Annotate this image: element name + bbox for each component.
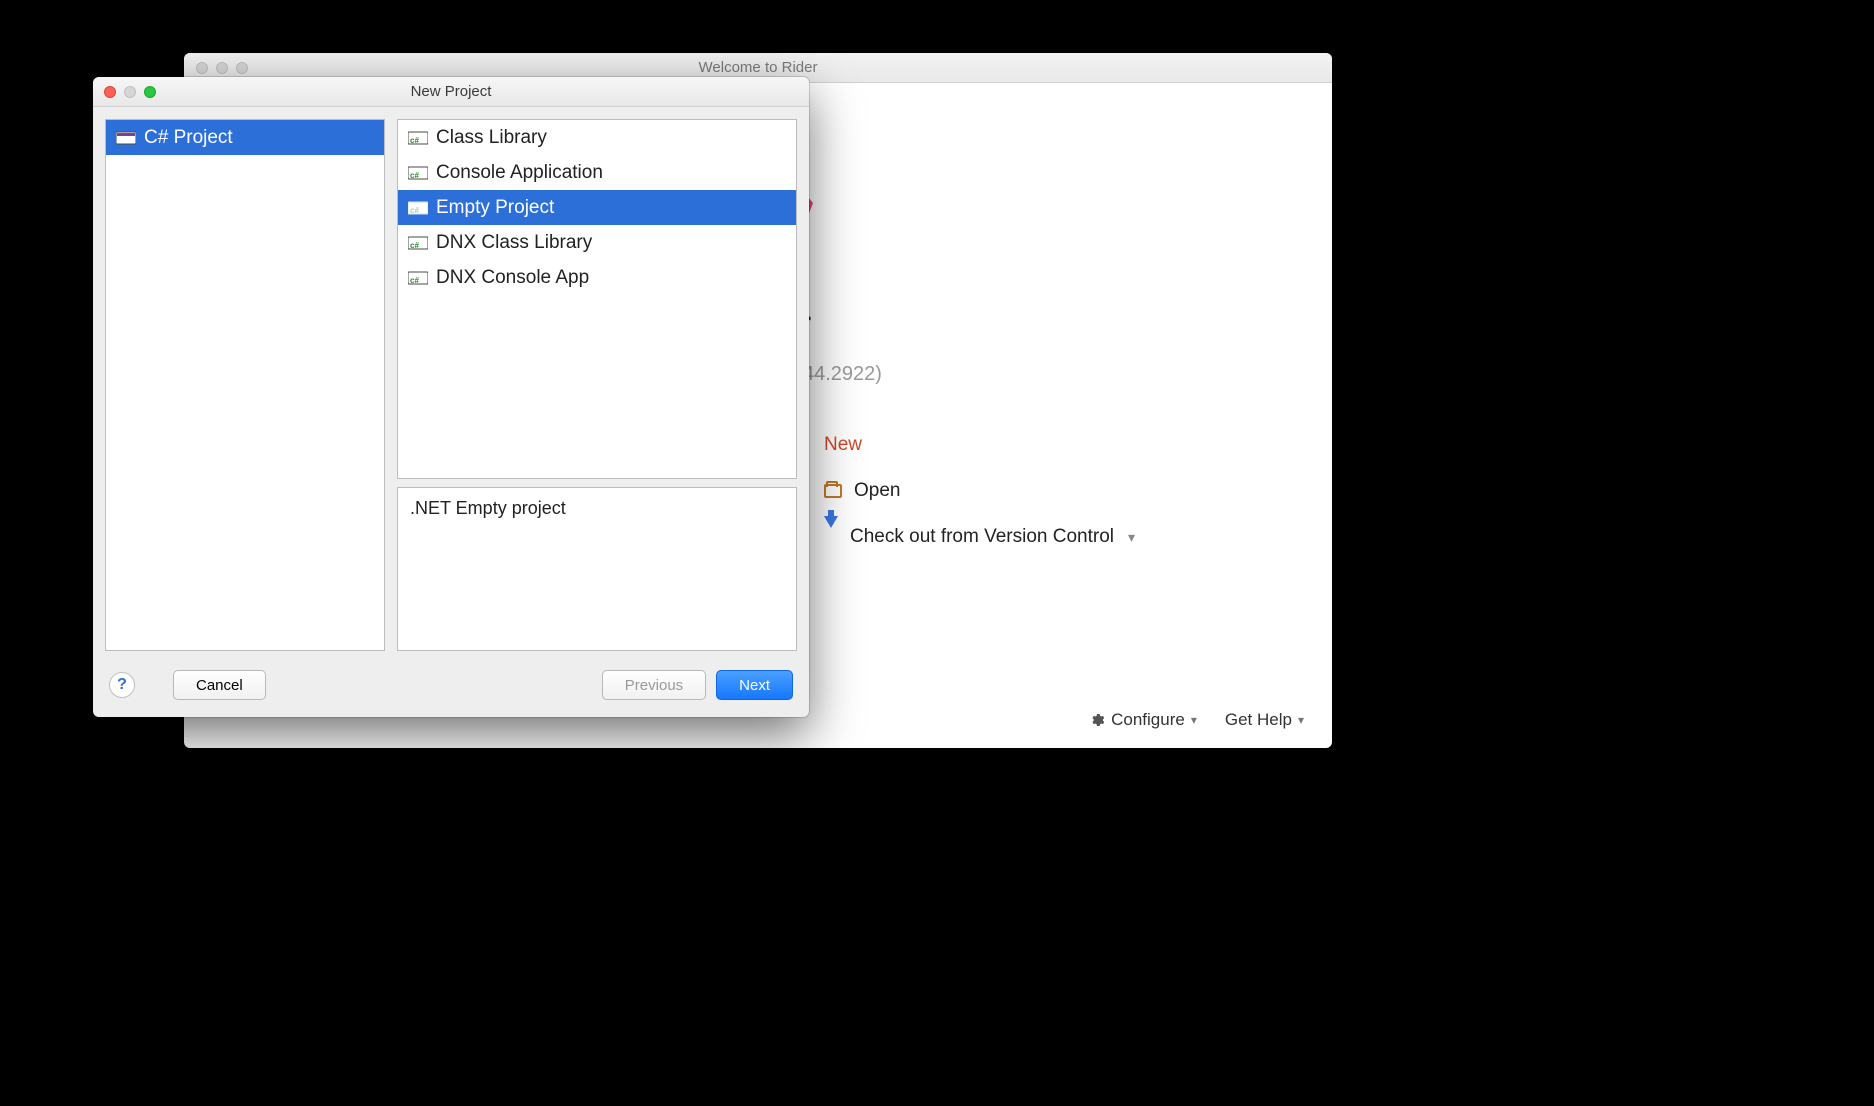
template-pane: c# Class Library c# Console Application … (397, 119, 797, 479)
close-icon[interactable] (104, 86, 116, 98)
zoom-icon[interactable] (236, 62, 248, 74)
template-label: DNX Console App (436, 267, 589, 289)
minimize-icon[interactable] (124, 86, 136, 98)
template-icon: c# (408, 200, 428, 216)
minimize-icon[interactable] (216, 62, 228, 74)
dialog-titlebar: New Project (93, 77, 809, 107)
template-label: Class Library (436, 127, 547, 149)
folder-icon (824, 484, 842, 498)
template-icon: c# (408, 270, 428, 286)
cancel-button[interactable]: Cancel (173, 670, 266, 700)
template-icon: c# (408, 235, 428, 251)
welcome-traffic-lights (196, 62, 248, 74)
right-column: c# Class Library c# Console Application … (397, 119, 797, 651)
action-new[interactable]: New (824, 434, 1332, 456)
template-label: Console Application (436, 162, 603, 184)
get-help-menu[interactable]: Get Help ▾ (1225, 710, 1304, 730)
template-description: .NET Empty project (397, 487, 797, 651)
action-checkout[interactable]: Check out from Version Control ▾ (824, 526, 1332, 548)
action-checkout-label: Check out from Version Control (850, 526, 1114, 548)
svg-text:c#: c# (410, 171, 419, 180)
csharp-project-icon (116, 130, 136, 146)
template-item-class-library[interactable]: c# Class Library (398, 120, 796, 155)
get-help-label: Get Help (1225, 710, 1292, 730)
help-button[interactable]: ? (109, 672, 135, 698)
dialog-body: C# Project c# Class Library c# Console A… (93, 107, 809, 659)
svg-text:c#: c# (410, 276, 419, 285)
action-open-label: Open (854, 480, 900, 502)
svg-text:c#: c# (410, 206, 419, 215)
action-new-label: New (824, 434, 862, 456)
dialog-title: New Project (93, 83, 809, 100)
dialog-traffic-lights (104, 86, 156, 98)
gear-icon (1089, 712, 1105, 728)
dialog-footer: ? Cancel Previous Next (93, 659, 809, 717)
zoom-icon[interactable] (144, 86, 156, 98)
close-icon[interactable] (196, 62, 208, 74)
svg-text:c#: c# (410, 136, 419, 145)
welcome-footer: Configure ▾ Get Help ▾ (1089, 710, 1304, 730)
action-open[interactable]: Open (824, 480, 1332, 502)
category-item-csharp[interactable]: C# Project (106, 120, 384, 155)
svg-text:c#: c# (410, 241, 419, 250)
template-item-console-app[interactable]: c# Console Application (398, 155, 796, 190)
welcome-title: Welcome to Rider (184, 59, 1332, 76)
category-label: C# Project (144, 127, 233, 149)
new-project-dialog: New Project C# Project c# Class Library … (93, 77, 809, 717)
previous-button[interactable]: Previous (602, 670, 706, 700)
template-label: DNX Class Library (436, 232, 592, 254)
configure-label: Configure (1111, 710, 1185, 730)
arrow-down-icon (824, 516, 838, 549)
template-item-dnx-console-app[interactable]: c# DNX Console App (398, 260, 796, 295)
template-item-empty-project[interactable]: c# Empty Project (398, 190, 796, 225)
category-pane: C# Project (105, 119, 385, 651)
chevron-down-icon: ▾ (1128, 529, 1135, 546)
template-icon: c# (408, 165, 428, 181)
template-item-dnx-class-library[interactable]: c# DNX Class Library (398, 225, 796, 260)
template-icon: c# (408, 130, 428, 146)
template-label: Empty Project (436, 197, 554, 219)
configure-menu[interactable]: Configure ▾ (1089, 710, 1197, 730)
chevron-down-icon: ▾ (1191, 713, 1197, 727)
chevron-down-icon: ▾ (1298, 713, 1304, 727)
next-button[interactable]: Next (716, 670, 793, 700)
